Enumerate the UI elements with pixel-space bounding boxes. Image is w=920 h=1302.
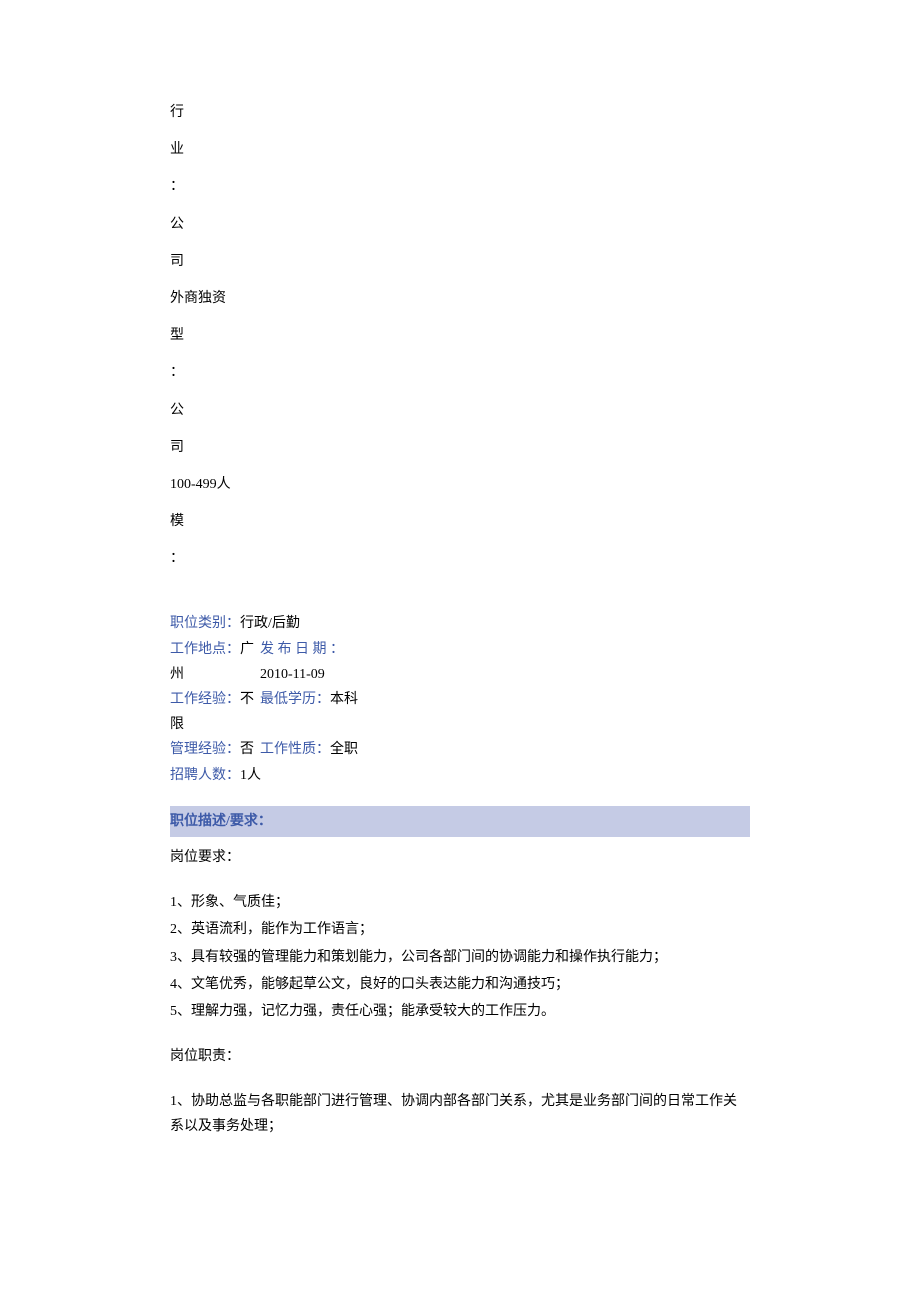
job-education-label: 最低学历：: [260, 692, 330, 707]
requirement-item: 3、具有较强的管理能力和策划能力，公司各部门间的协调能力和操作执行能力；: [170, 945, 750, 970]
job-hire-count-label: 招聘人数：: [170, 763, 240, 788]
char: ：: [170, 360, 750, 385]
char: 司: [170, 435, 750, 460]
char: 模: [170, 509, 750, 534]
job-category-value: 行政/后勤: [240, 611, 300, 636]
job-management-row: 管理经验：否 工作性质：全职: [170, 737, 750, 762]
job-hire-count-value: 1人: [240, 763, 261, 788]
job-hire-count-row: 招聘人数： 1人: [170, 763, 750, 788]
requirements-section: 岗位要求： 1、形象、气质佳； 2、英语流利，能作为工作语言； 3、具有较强的管…: [170, 845, 750, 1140]
job-publish-value: 2010-11-09: [260, 667, 325, 682]
char: ：: [170, 546, 750, 571]
job-nature-label: 工作性质：: [260, 742, 330, 757]
requirement-item: 4、文笔优秀，能够起草公文，良好的口头表达能力和沟通技巧；: [170, 972, 750, 997]
job-experience-row: 工作经验：不限 最低学历：本科: [170, 687, 750, 737]
responsibilities-title: 岗位职责：: [170, 1044, 750, 1069]
job-education-value: 本科: [330, 692, 358, 707]
company-info-vertical: 行 业 ： 公 司 外商独资 型 ： 公 司 100-499人 模 ：: [170, 100, 750, 571]
responsibility-item: 1、协助总监与各职能部门进行管理、协调内部各部门关系，尤其是业务部门间的日常工作…: [170, 1089, 750, 1139]
char: 型: [170, 323, 750, 348]
job-category-row: 职位类别： 行政/后勤: [170, 611, 750, 636]
job-management-label: 管理经验：: [170, 742, 240, 757]
requirement-item: 5、理解力强，记忆力强，责任心强；能承受较大的工作压力。: [170, 999, 750, 1024]
company-size: 100-499人: [170, 472, 750, 497]
job-location-row: 工作地点：广州 发 布 日 期 ： 2010-11-09: [170, 637, 750, 687]
job-info: 职位类别： 行政/后勤 工作地点：广州 发 布 日 期 ： 2010-11-09…: [170, 611, 750, 787]
job-experience-label: 工作经验：: [170, 692, 240, 707]
requirements-title: 岗位要求：: [170, 845, 750, 870]
char: 公: [170, 212, 750, 237]
char: 业: [170, 137, 750, 162]
job-category-label: 职位类别：: [170, 611, 240, 636]
section-header: 职位描述/要求：: [170, 806, 750, 837]
job-nature-value: 全职: [330, 742, 358, 757]
job-management-value: 否: [240, 742, 254, 757]
char: ：: [170, 174, 750, 199]
job-publish-label: 发 布 日 期 ：: [260, 642, 344, 657]
company-type: 外商独资: [170, 286, 750, 311]
char: 行: [170, 100, 750, 125]
job-location-label: 工作地点：: [170, 642, 240, 657]
char: 公: [170, 398, 750, 423]
requirement-item: 1、形象、气质佳；: [170, 890, 750, 915]
requirement-item: 2、英语流利，能作为工作语言；: [170, 917, 750, 942]
char: 司: [170, 249, 750, 274]
